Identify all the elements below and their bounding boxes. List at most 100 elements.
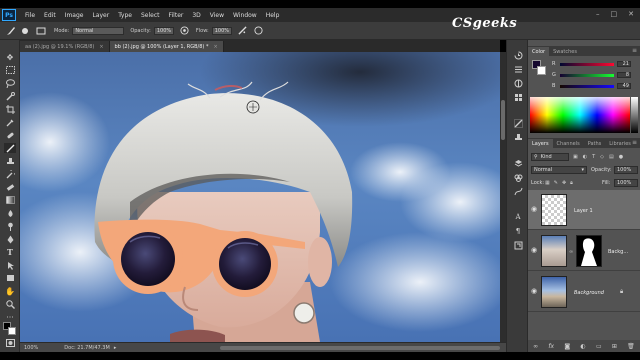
filter-type-icon[interactable]: T: [592, 154, 595, 160]
red-slider[interactable]: R 21: [552, 60, 638, 68]
zoom-level[interactable]: 100%: [24, 345, 38, 351]
new-layer-icon[interactable]: ⊞: [612, 343, 617, 350]
menu-layer[interactable]: Layer: [92, 12, 109, 19]
layer-opacity-input[interactable]: 100%: [614, 166, 638, 174]
filter-toggle-icon[interactable]: ●: [619, 154, 623, 160]
dodge-tool-icon[interactable]: [4, 221, 16, 231]
tab-color[interactable]: Color: [528, 47, 550, 56]
brush-preset-icon[interactable]: [20, 26, 30, 36]
red-value[interactable]: 21: [617, 61, 631, 67]
layer-name[interactable]: Backg...: [608, 249, 628, 255]
brush-panel-icon[interactable]: [36, 26, 46, 36]
horizontal-scrollbar[interactable]: [220, 346, 500, 350]
blue-slider-track[interactable]: [560, 84, 614, 88]
menu-3d[interactable]: 3D: [192, 12, 200, 19]
opacity-input[interactable]: 100%: [153, 26, 174, 35]
type-tool-icon[interactable]: T: [4, 247, 16, 257]
tab-swatches[interactable]: Swatches: [549, 47, 581, 56]
pressure-size-icon[interactable]: [254, 26, 264, 36]
layer-mask-thumbnail[interactable]: [576, 235, 602, 267]
scrollbar-thumb[interactable]: [501, 100, 505, 140]
brush-tool-icon[interactable]: [6, 26, 16, 36]
healing-brush-tool-icon[interactable]: [4, 130, 16, 140]
green-slider-track[interactable]: [560, 73, 614, 77]
link-layers-icon[interactable]: ∞: [533, 343, 538, 350]
marquee-tool-icon[interactable]: [4, 65, 16, 75]
lock-move-icon[interactable]: ✥: [562, 180, 566, 186]
menu-type[interactable]: Type: [118, 12, 132, 19]
eraser-tool-icon[interactable]: [4, 182, 16, 192]
airbrush-icon[interactable]: [238, 26, 248, 36]
swatches-grid-icon[interactable]: [512, 92, 524, 102]
menu-filter[interactable]: Filter: [169, 12, 184, 19]
brush-settings-icon[interactable]: [512, 118, 524, 128]
channels-strip-icon[interactable]: [512, 172, 524, 182]
mask-link-icon[interactable]: ∞: [569, 249, 573, 255]
lock-paint-icon[interactable]: ✎: [554, 180, 558, 186]
close-button[interactable]: ✕: [628, 10, 634, 18]
green-value[interactable]: 8: [617, 72, 631, 78]
minimize-button[interactable]: –: [596, 10, 600, 18]
layers-panel-menu-icon[interactable]: ≡: [632, 139, 637, 146]
character-panel-icon[interactable]: A: [512, 212, 524, 222]
clone-source-icon[interactable]: [512, 132, 524, 142]
green-slider[interactable]: G 8: [552, 71, 638, 79]
lock-icon[interactable]: 🔒︎: [620, 288, 623, 296]
lock-transparent-icon[interactable]: ▦: [545, 180, 550, 186]
filter-adjust-icon[interactable]: ◐: [583, 154, 587, 160]
clone-stamp-tool-icon[interactable]: [4, 156, 16, 166]
tab-close-icon[interactable]: ×: [213, 44, 217, 50]
layer-style-icon[interactable]: fx: [548, 343, 554, 350]
paragraph-panel-icon[interactable]: ¶: [512, 226, 524, 236]
tab-close-icon[interactable]: ×: [99, 44, 103, 50]
tab-channels[interactable]: Channels: [553, 139, 584, 148]
tab-bb-jpg[interactable]: bb (2).jpg @ 100% (Layer 1, RGB/8) * ×: [109, 41, 224, 52]
menu-view[interactable]: View: [210, 12, 224, 19]
more-tools-icon[interactable]: ···: [4, 312, 16, 322]
gradient-tool-icon[interactable]: [4, 195, 16, 205]
layers-strip-icon[interactable]: [512, 158, 524, 168]
background-color-chip[interactable]: [537, 66, 546, 75]
blend-mode-select[interactable]: Normal ▾: [531, 166, 587, 174]
flow-input[interactable]: 100%: [211, 26, 232, 35]
new-group-icon[interactable]: ▭: [596, 343, 602, 350]
document-canvas[interactable]: [20, 52, 500, 342]
rectangle-tool-icon[interactable]: [4, 273, 16, 283]
menu-edit[interactable]: Edit: [44, 12, 56, 19]
status-arrow-icon[interactable]: ▸: [114, 345, 117, 351]
restore-button[interactable]: □: [611, 10, 618, 18]
tab-libraries[interactable]: Libraries: [605, 139, 635, 148]
filter-shape-icon[interactable]: ◇: [600, 154, 604, 160]
tab-aa-jpg[interactable]: aa (2).jpg @ 19.1% (RGB/8) ×: [20, 41, 110, 52]
delete-layer-icon[interactable]: 🗑︎: [627, 343, 635, 350]
lock-all-icon[interactable]: 🔒︎: [570, 180, 573, 186]
grayscale-ramp[interactable]: [631, 97, 638, 133]
menu-file[interactable]: File: [25, 12, 35, 19]
brush-tool-active-icon[interactable]: [4, 143, 16, 153]
quick-mask-icon[interactable]: [4, 338, 16, 348]
blue-slider[interactable]: B 49: [552, 82, 638, 90]
blue-value[interactable]: 49: [617, 83, 631, 89]
lasso-tool-icon[interactable]: [4, 78, 16, 88]
history-brush-tool-icon[interactable]: [4, 169, 16, 179]
zoom-tool-icon[interactable]: [4, 299, 16, 309]
blur-tool-icon[interactable]: [4, 208, 16, 218]
layer-row-layer-1[interactable]: ◉ Layer 1: [528, 190, 640, 230]
visibility-eye-icon[interactable]: ◉: [530, 287, 538, 295]
layer-name[interactable]: Background: [574, 290, 604, 296]
quick-select-tool-icon[interactable]: [4, 91, 16, 101]
paths-strip-icon[interactable]: [512, 186, 524, 196]
mode-select[interactable]: Normal: [72, 26, 125, 35]
menu-image[interactable]: Image: [65, 12, 84, 19]
visibility-eye-icon[interactable]: ◉: [530, 246, 538, 254]
filter-pixel-icon[interactable]: ▣: [573, 154, 578, 160]
tab-layers[interactable]: Layers: [528, 139, 553, 148]
menu-help[interactable]: Help: [266, 12, 280, 19]
hand-tool-icon[interactable]: ✋: [4, 286, 16, 296]
crop-tool-icon[interactable]: [4, 104, 16, 114]
layer-row-background[interactable]: ◉ Background 🔒︎: [528, 272, 640, 312]
menu-window[interactable]: Window: [233, 12, 257, 19]
properties-icon[interactable]: [512, 64, 524, 74]
panel-menu-icon[interactable]: ≡: [632, 47, 637, 54]
new-adjustment-icon[interactable]: ◐: [580, 343, 585, 350]
